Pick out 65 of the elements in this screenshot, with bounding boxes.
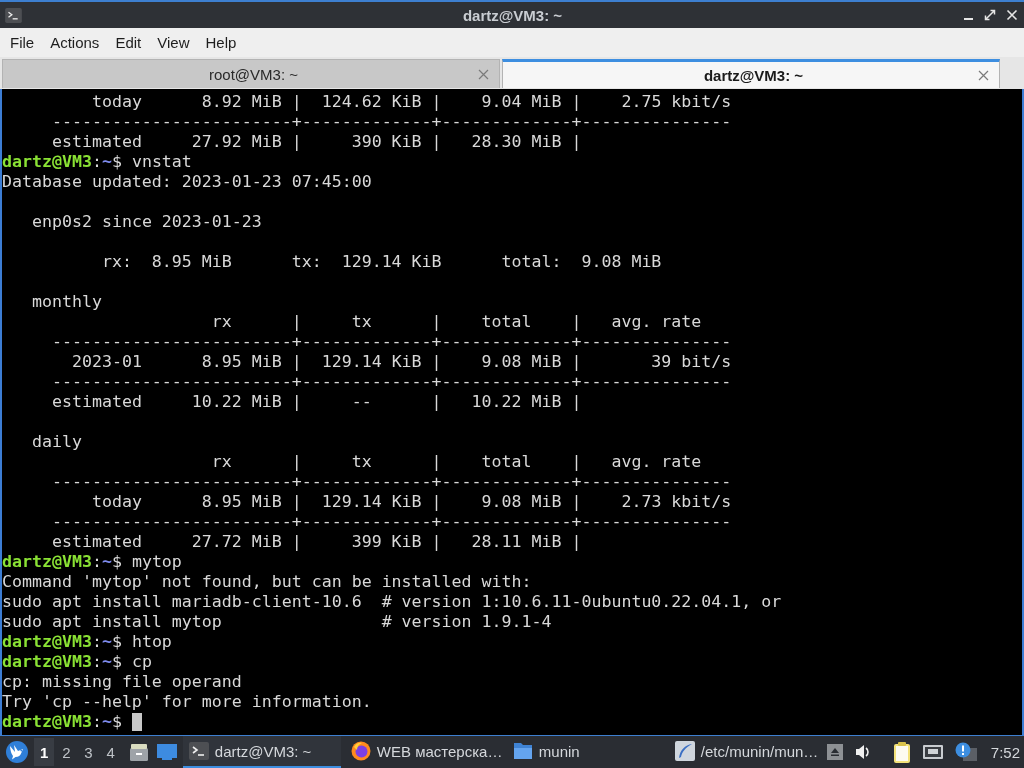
terminal-line: ------------------------+-------------+-------------+--------------- [51, 472, 732, 492]
folder-icon [512, 742, 533, 760]
taskbar-task[interactable]: munin [506, 736, 665, 768]
menu-item[interactable]: Actions [42, 31, 108, 54]
maximize-icon [984, 9, 996, 21]
workspace-button[interactable]: 2 [56, 738, 77, 766]
prompt-line: dartz@VM3:~$ [2, 712, 123, 732]
monitor-icon[interactable] [922, 743, 943, 761]
workspace-button[interactable]: 1 [34, 738, 55, 766]
terminal-line: rx: 8.95 MiB tx: 129.14 KiB total: 9.08 MiB [101, 252, 662, 272]
speaker-icon[interactable] [854, 743, 871, 761]
terminal-line: today 8.92 MiB | 124.62 KiB | 9.04 MiB | 2.75 kbit/s [91, 92, 732, 112]
terminal-tab[interactable]: dartz@VM3: ~ [502, 59, 1000, 88]
drawer-icon[interactable] [128, 742, 149, 762]
clipboard-icon[interactable] [892, 741, 911, 763]
close-icon[interactable] [478, 68, 489, 80]
screen-icon[interactable] [156, 743, 177, 761]
bird-icon[interactable] [6, 741, 28, 763]
terminal-icon [188, 742, 209, 760]
close-icon [1006, 9, 1018, 21]
prompt-line: dartz@VM3:~$ mytop [2, 552, 182, 572]
terminal-line: cp: missing file operand [2, 672, 242, 692]
prompt-line: dartz@VM3:~$ vnstat [2, 152, 192, 172]
terminal-line: ------------------------+-------------+-------------+--------------- [51, 332, 732, 352]
feather-icon [674, 741, 695, 761]
terminal-tab[interactable]: root@VM3: ~ [2, 59, 500, 88]
terminal-line: enp0s2 since 2023-01-23 [32, 212, 262, 232]
prompt-line: dartz@VM3:~$ htop [2, 632, 172, 652]
prompt-line: dartz@VM3:~$ cp [2, 652, 152, 672]
terminal-line: estimated 10.22 MiB | -- | 10.22 MiB | [51, 392, 582, 412]
menu-item[interactable]: Edit [107, 31, 150, 54]
workspace-button[interactable]: 3 [78, 738, 99, 766]
close-button[interactable] [1004, 7, 1020, 23]
clock: 7:52 [990, 743, 1020, 761]
terminal-line: estimated 27.72 MiB | 399 KiB | 28.11 MiB | [51, 532, 582, 552]
terminal-line: Try 'cp --help' for more information. [2, 692, 372, 712]
taskbar-task[interactable]: WEB мастерска… [344, 736, 503, 768]
window-title: dartz@VM3: ~ [462, 6, 563, 24]
minimize-icon [963, 18, 973, 20]
menu-item[interactable]: View [149, 31, 198, 54]
terminal-icon [5, 7, 22, 23]
close-icon[interactable] [978, 69, 989, 81]
maximize-button[interactable] [982, 7, 998, 23]
terminal-line: sudo apt install mariadb-client-10.6 # version 1:10.6.11-0ubuntu0.22.04.1, or [2, 592, 782, 612]
browser-icon [350, 741, 371, 761]
eject-icon[interactable] [826, 744, 843, 760]
taskbar-task[interactable]: /etc/munin/mun… [668, 736, 827, 768]
terminal-line: today 8.95 MiB | 129.14 KiB | 9.08 MiB | 2.73 kbit/s [91, 492, 732, 512]
terminal-line: ------------------------+-------------+-------------+--------------- [51, 512, 732, 532]
terminal-line: Command 'mytop' not found, but can be installed with: [2, 572, 532, 592]
notification-icon[interactable] [954, 742, 977, 762]
terminal-line: Database updated: 2023-01-23 07:45:00 [2, 172, 372, 192]
menu-item[interactable]: File [2, 31, 43, 54]
terminal-line: monthly [32, 292, 102, 312]
terminal-line: rx | tx | total | avg. rate [211, 312, 702, 332]
taskbar-task[interactable]: dartz@VM3: ~ [182, 736, 341, 768]
terminal-line: daily [32, 432, 82, 452]
terminal-line: estimated 27.92 MiB | 390 KiB | 28.30 MiB | [51, 132, 582, 152]
terminal-line: 2023-01 8.95 MiB | 129.14 KiB | 9.08 MiB | 39 bit/s [71, 352, 732, 372]
terminal-line: ------------------------+-------------+-------------+--------------- [51, 112, 732, 132]
terminal-line: sudo apt install mytop # version 1.9.1-4 [2, 612, 552, 632]
menu-item[interactable]: Help [197, 31, 245, 54]
workspace-button[interactable]: 4 [100, 738, 121, 766]
terminal-line: rx | tx | total | avg. rate [211, 452, 702, 472]
terminal-line: ------------------------+-------------+-------------+--------------- [51, 372, 732, 392]
